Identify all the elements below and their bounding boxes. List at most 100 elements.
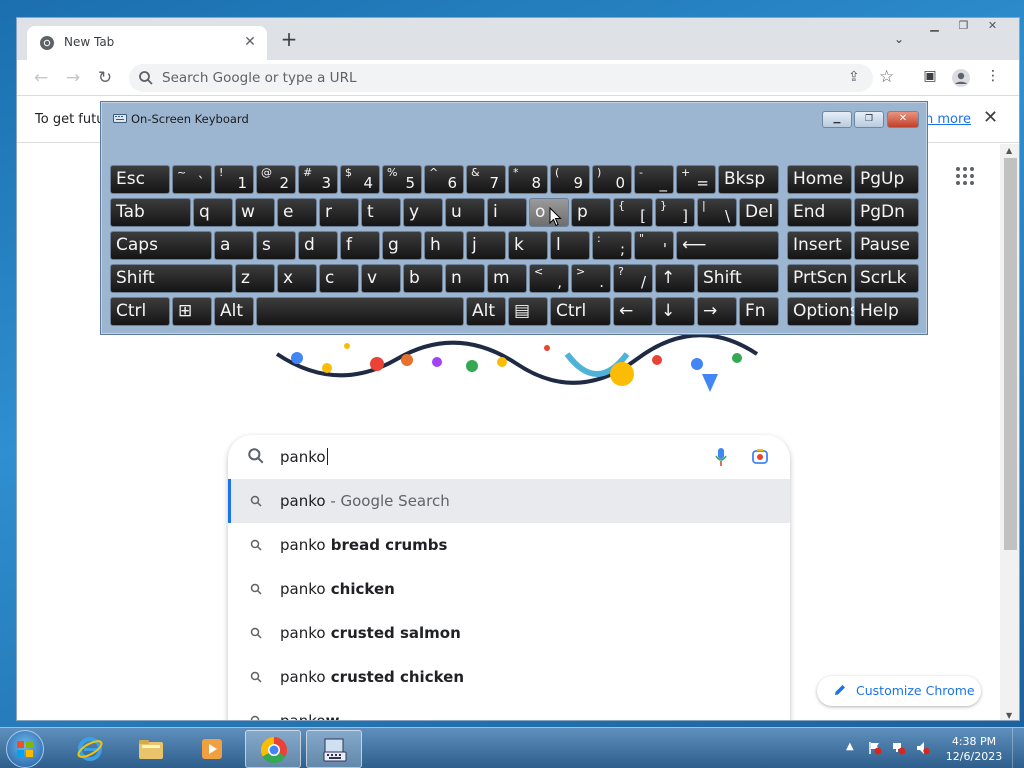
search-box[interactable]: panko panko - Google Search panko bread c…	[228, 435, 790, 720]
key-m[interactable]: m	[487, 264, 527, 293]
key-l[interactable]: l	[550, 231, 590, 260]
tab-close-icon[interactable]: ✕	[241, 33, 259, 51]
key-t[interactable]: t	[361, 198, 401, 227]
key-k[interactable]: k	[508, 231, 548, 260]
key-symbol[interactable]: ⟵	[676, 231, 779, 260]
omnibox[interactable]: Search Google or type a URL ⇪ ☆	[129, 64, 894, 92]
key-h[interactable]: h	[424, 231, 464, 260]
key-y[interactable]: y	[403, 198, 443, 227]
key-u[interactable]: u	[445, 198, 485, 227]
minimize-icon[interactable]: ▁	[921, 18, 948, 36]
key-symbol[interactable]: + =	[676, 165, 716, 194]
key-fn[interactable]: Fn	[739, 297, 779, 326]
restore-icon[interactable]: ❐	[950, 18, 977, 36]
key-insert[interactable]: Insert	[787, 231, 852, 260]
key-symbol[interactable]: ↓	[655, 297, 695, 326]
start-button[interactable]	[6, 730, 44, 768]
osk-title-bar[interactable]: On-Screen Keyboard ▁ ❐ ✕	[101, 102, 927, 132]
suggestion-item[interactable]: panko bread crumbs	[228, 523, 790, 567]
key-q[interactable]: q	[193, 198, 233, 227]
key-help[interactable]: Help	[854, 297, 919, 326]
key-s[interactable]: s	[256, 231, 296, 260]
key-options[interactable]: Options	[787, 297, 859, 326]
taskbar-chrome[interactable]	[245, 730, 301, 768]
suggestion-item[interactable]: panko crusted chicken	[228, 655, 790, 699]
scroll-up-arrow-icon[interactable]: ▲	[1006, 146, 1012, 155]
osk-minimize-icon[interactable]: ▁	[822, 111, 852, 128]
key-symbol[interactable]	[256, 297, 464, 326]
key-alt[interactable]: Alt	[466, 297, 506, 326]
key-symbol[interactable]: ~ `	[172, 165, 212, 194]
key-j[interactable]: j	[466, 231, 506, 260]
key-b[interactable]: b	[403, 264, 443, 293]
scroll-down-arrow-icon[interactable]: ▼	[1006, 711, 1012, 720]
key-2[interactable]: @2	[256, 165, 296, 194]
key-symbol[interactable]: ▤	[508, 297, 548, 326]
key-c[interactable]: c	[319, 264, 359, 293]
key-home[interactable]: Home	[787, 165, 852, 194]
bookmark-star-icon[interactable]: ☆	[879, 67, 894, 87]
show-desktop-button[interactable]	[1012, 728, 1024, 768]
show-hidden-icons-icon[interactable]: ▲	[846, 741, 860, 755]
key-symbol[interactable]: →	[697, 297, 737, 326]
volume-muted-icon[interactable]	[916, 741, 930, 755]
key-r[interactable]: r	[319, 198, 359, 227]
suggestion-item[interactable]: panko chicken	[228, 567, 790, 611]
taskbar-file-explorer[interactable]	[123, 730, 179, 768]
key-bksp[interactable]: Bksp	[718, 165, 779, 194]
key-pgdn[interactable]: PgDn	[854, 198, 919, 227]
forward-icon[interactable]: →	[62, 67, 84, 89]
key-ctrl[interactable]: Ctrl	[550, 297, 611, 326]
key-x[interactable]: x	[277, 264, 317, 293]
key-w[interactable]: w	[235, 198, 275, 227]
scrollbar-thumb[interactable]	[1004, 158, 1017, 550]
key-symbol[interactable]: :;	[592, 231, 632, 260]
page-scrollbar[interactable]: ▲ ▼	[1000, 144, 1019, 720]
action-center-flag-icon[interactable]	[868, 741, 882, 755]
key-6[interactable]: ^ 6	[424, 165, 464, 194]
key-end[interactable]: End	[787, 198, 852, 227]
suggestion-item[interactable]: pankow	[228, 699, 790, 720]
google-doodle-image[interactable]	[257, 334, 777, 414]
key-caps[interactable]: Caps	[110, 231, 212, 260]
key-symbol[interactable]: <,	[529, 264, 569, 293]
side-panel-icon[interactable]: ▣	[920, 68, 940, 88]
key-tab[interactable]: Tab	[110, 198, 191, 227]
voice-search-mic-icon[interactable]	[714, 447, 728, 467]
key-symbol[interactable]: ⊞	[172, 297, 212, 326]
key-v[interactable]: v	[361, 264, 401, 293]
taskbar-internet-explorer[interactable]	[62, 730, 118, 768]
tab-new-tab[interactable]: New Tab ✕	[27, 26, 267, 60]
key-symbol[interactable]: " '	[634, 231, 674, 260]
profile-avatar-icon[interactable]	[951, 68, 971, 88]
key-f[interactable]: f	[340, 231, 380, 260]
google-lens-camera-icon[interactable]	[751, 448, 769, 466]
osk-restore-icon[interactable]: ❐	[854, 111, 884, 128]
search-input[interactable]: panko	[228, 435, 790, 479]
key-9[interactable]: (9	[550, 165, 590, 194]
key-prtscn[interactable]: PrtScn	[787, 264, 852, 293]
new-tab-button[interactable]: +	[279, 29, 299, 50]
key-i[interactable]: i	[487, 198, 527, 227]
suggestion-item[interactable]: panko - Google Search	[228, 479, 790, 523]
key-g[interactable]: g	[382, 231, 422, 260]
osk-close-icon[interactable]: ✕	[887, 111, 919, 128]
customize-chrome-button[interactable]: Customize Chrome	[817, 676, 981, 706]
key-a[interactable]: a	[214, 231, 254, 260]
key-symbol[interactable]: ←	[613, 297, 653, 326]
reload-icon[interactable]: ↻	[94, 67, 116, 89]
suggestion-item[interactable]: panko crusted salmon	[228, 611, 790, 655]
taskbar-on-screen-keyboard[interactable]	[306, 730, 362, 768]
key-e[interactable]: e	[277, 198, 317, 227]
key-shift[interactable]: Shift	[110, 264, 233, 293]
key-pause[interactable]: Pause	[854, 231, 919, 260]
close-window-icon[interactable]: ✕	[979, 18, 1006, 36]
key-esc[interactable]: Esc	[110, 165, 170, 194]
learn-more-link[interactable]: n more	[925, 112, 971, 127]
infobar-close-icon[interactable]: ✕	[983, 107, 998, 128]
key-4[interactable]: $4	[340, 165, 380, 194]
key-symbol[interactable]: ↑	[655, 264, 695, 293]
tab-search-chevron-icon[interactable]: ⌄	[889, 32, 909, 50]
key-ctrl[interactable]: Ctrl	[110, 297, 170, 326]
key-symbol[interactable]: - _	[634, 165, 674, 194]
